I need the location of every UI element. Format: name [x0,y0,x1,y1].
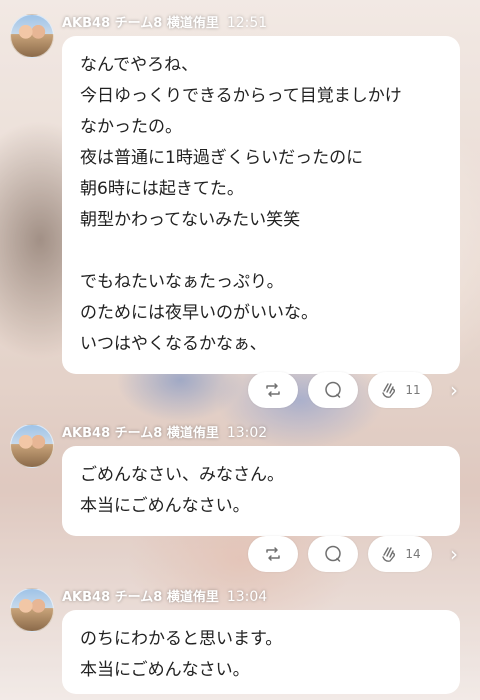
message-meta: AKB48 チーム8 横道侑里 12:51 [62,12,267,31]
message-line: のちにわかると思います。 [80,629,283,649]
message-line: 本当にごめんなさい。 [80,660,250,680]
comment-icon [323,380,343,400]
message-line: 本当にごめんなさい。 [80,496,250,516]
message-line: 朝型かわってないみたい笑笑 [80,210,301,230]
repost-button[interactable] [248,372,298,408]
message-line: のためには夜早いのがいいな。 [80,303,318,323]
message-line: ごめんなさい、みなさん。 [80,465,284,485]
sender-name: AKB48 チーム8 横道侑里 [62,426,219,441]
repost-button[interactable] [248,536,298,572]
timestamp: 12:51 [226,15,268,31]
clap-icon [379,380,399,400]
chevron-right-icon[interactable]: › [444,536,464,572]
timestamp: 13:02 [226,425,268,441]
clap-icon [379,544,399,564]
message-line: なかったの。 [80,117,182,137]
message-meta: AKB48 チーム8 横道侑里 13:04 [62,586,267,605]
clap-count: 14 [405,547,421,561]
sender-name: AKB48 チーム8 横道侑里 [62,590,219,605]
clap-button[interactable]: 14 [368,536,432,572]
sender-name: AKB48 チーム8 横道侑里 [62,16,219,31]
message-bubble: なんでやろね、 今日ゆっくりできるからって目覚ましかけ なかったの。 夜は普通に… [62,36,460,374]
repost-icon [264,381,282,399]
chevron-right-icon[interactable]: › [444,372,464,408]
message-line: 夜は普通に1時過ぎくらいだったのに [80,148,364,168]
clap-count: 11 [405,383,421,397]
message-line: いつはやくなるかなぁ、 [80,334,267,354]
timestamp: 13:04 [226,589,268,605]
comment-icon [323,544,343,564]
avatar[interactable] [10,424,54,468]
message-line: 今日ゆっくりできるからって目覚ましかけ [80,86,402,106]
message-line [80,236,442,267]
message-bubble: のちにわかると思います。 本当にごめんなさい。 [62,610,460,694]
avatar[interactable] [10,588,54,632]
clap-button[interactable]: 11 [368,372,432,408]
message-line: でもねたいなぁたっぷり。 [80,272,284,292]
message-bubble: ごめんなさい、みなさん。 本当にごめんなさい。 [62,446,460,536]
comment-button[interactable] [308,372,358,408]
message-meta: AKB48 チーム8 横道侑里 13:02 [62,422,267,441]
repost-icon [264,545,282,563]
comment-button[interactable] [308,536,358,572]
message-line: 朝6時には起きてた。 [80,179,244,199]
message-line: なんでやろね、 [80,55,199,75]
avatar[interactable] [10,14,54,58]
